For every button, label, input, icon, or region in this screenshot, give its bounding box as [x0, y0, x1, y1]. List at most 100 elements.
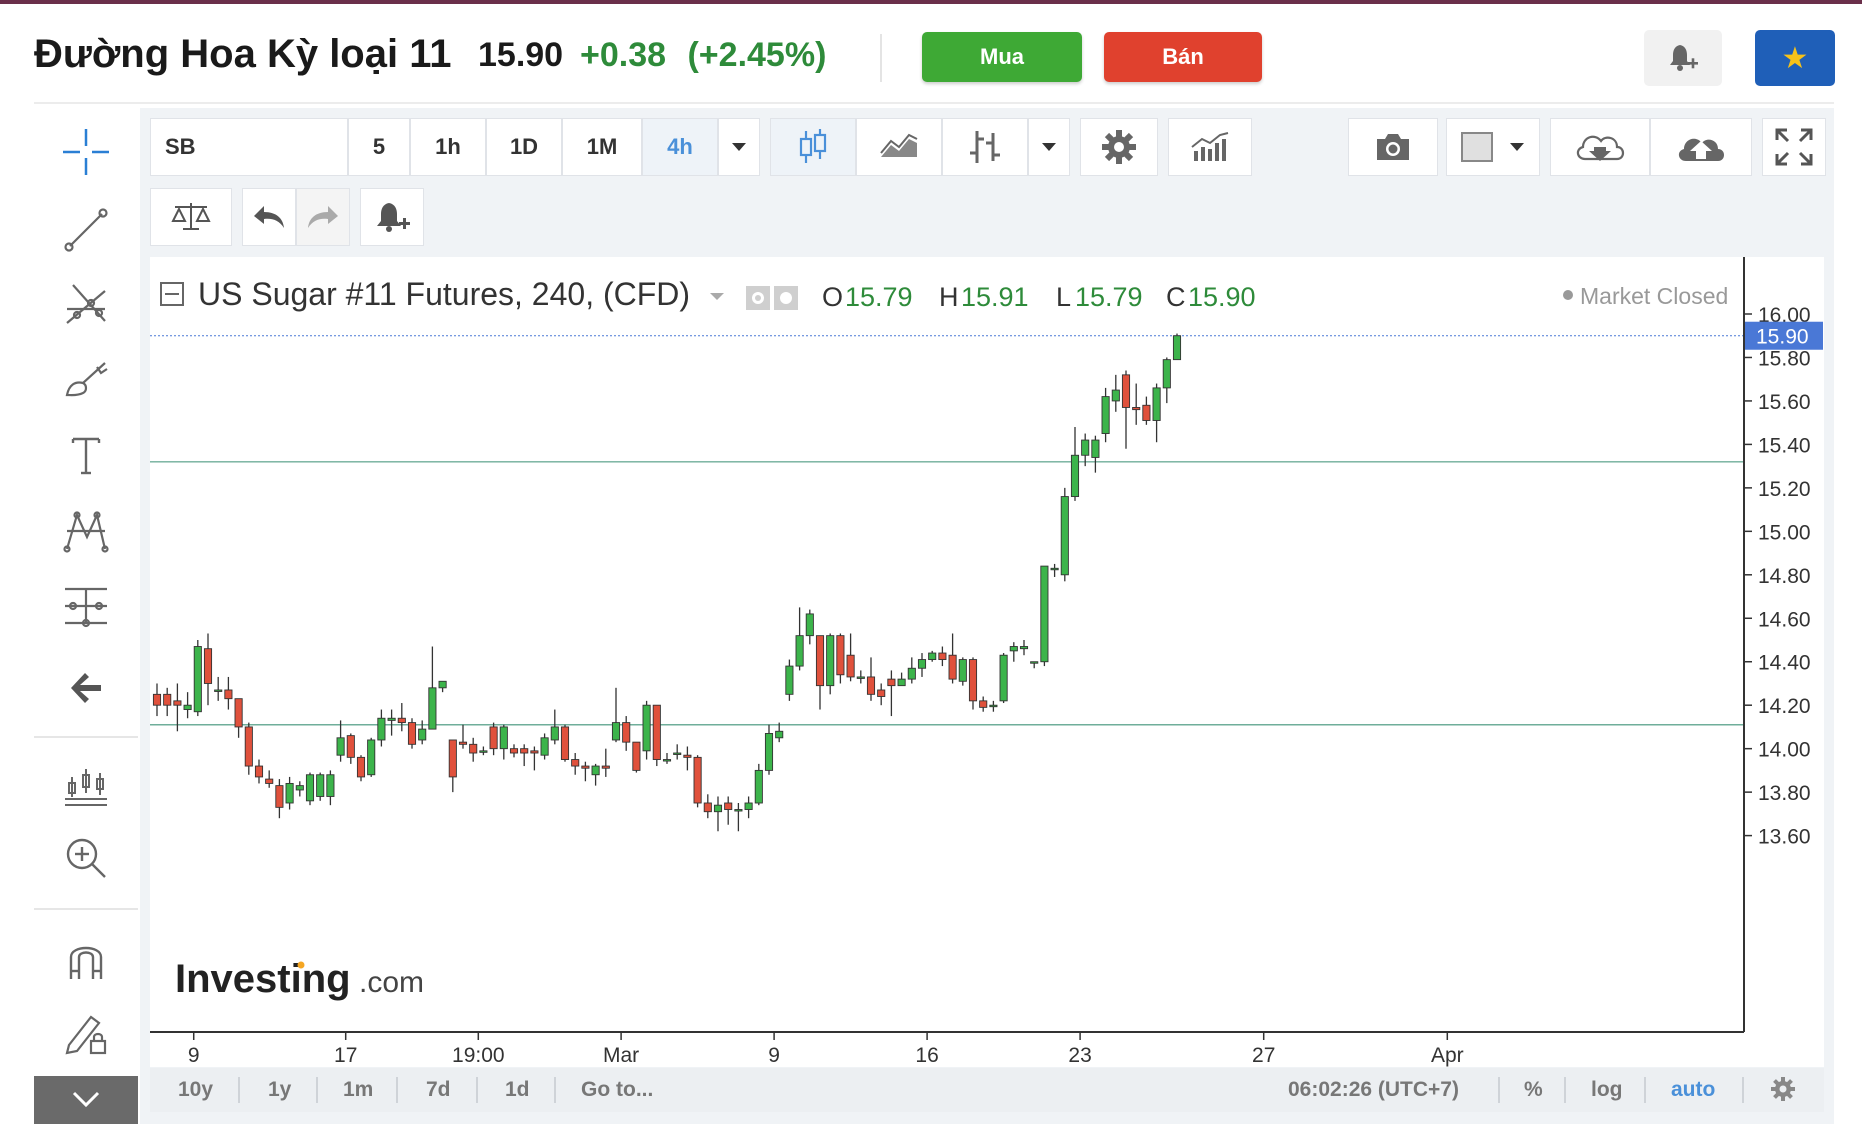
range-1d[interactable]: 1d	[505, 1078, 530, 1102]
candle[interactable]	[418, 720, 427, 745]
interval-5[interactable]: 5	[348, 118, 410, 176]
compare-button[interactable]	[150, 188, 232, 246]
candle[interactable]	[163, 687, 172, 717]
candle[interactable]	[509, 744, 519, 758]
candle[interactable]	[1070, 427, 1080, 501]
candle[interactable]	[622, 716, 631, 751]
range-1m[interactable]: 1m	[343, 1078, 373, 1102]
candle[interactable]	[1132, 383, 1141, 425]
range-1y[interactable]: 1y	[268, 1078, 291, 1102]
candle[interactable]	[438, 680, 447, 693]
candle[interactable]	[1172, 333, 1182, 361]
candle[interactable]	[479, 746, 488, 756]
screenshot-button[interactable]	[1348, 118, 1438, 176]
candle[interactable]	[1091, 435, 1100, 473]
candle[interactable]	[244, 722, 253, 775]
candle[interactable]	[1162, 357, 1171, 404]
candle[interactable]	[826, 633, 835, 695]
interval-1h[interactable]: 1h	[410, 118, 486, 176]
save-chart-button[interactable]	[1650, 118, 1752, 176]
candle[interactable]	[601, 748, 610, 777]
lock-drawing-icon[interactable]	[58, 1006, 114, 1062]
candle[interactable]	[305, 772, 315, 806]
candle[interactable]	[999, 653, 1008, 704]
candle[interactable]	[897, 672, 906, 687]
candle[interactable]	[744, 796, 753, 819]
goto-date-button[interactable]: Go to...	[581, 1078, 653, 1102]
candle[interactable]	[846, 633, 855, 682]
candle[interactable]	[581, 761, 590, 782]
brush-icon[interactable]	[58, 352, 114, 408]
candle[interactable]	[703, 794, 712, 819]
color-picker-button[interactable]	[1446, 118, 1540, 176]
candle[interactable]	[673, 744, 682, 760]
range-10y[interactable]: 10y	[178, 1078, 213, 1102]
candle[interactable]	[1152, 383, 1161, 443]
toolbar-collapse-button[interactable]	[34, 1076, 138, 1124]
candle[interactable]	[1121, 370, 1131, 449]
candle[interactable]	[560, 724, 570, 762]
candle[interactable]	[1019, 640, 1029, 656]
candle[interactable]	[652, 704, 661, 767]
candle[interactable]	[642, 700, 651, 760]
candle[interactable]	[724, 796, 733, 825]
candle[interactable]	[662, 753, 672, 764]
candle[interactable]	[632, 741, 641, 773]
candle[interactable]	[887, 670, 896, 717]
fibonacci-icon[interactable]	[58, 276, 114, 332]
candle[interactable]	[775, 722, 784, 743]
candle[interactable]	[979, 696, 988, 712]
text-tool-icon[interactable]	[58, 428, 114, 484]
candle[interactable]	[387, 709, 396, 736]
candle[interactable]	[356, 755, 366, 782]
candle[interactable]	[285, 776, 294, 810]
candle[interactable]	[938, 646, 947, 667]
candle[interactable]	[815, 635, 825, 710]
candle[interactable]	[275, 779, 284, 819]
candle[interactable]	[1111, 374, 1120, 412]
candlestick-chart[interactable]: US Sugar #11 Futures, 240, (CFD) O 15.79…	[150, 257, 1824, 1067]
candle[interactable]	[1030, 661, 1039, 669]
candle[interactable]	[520, 744, 529, 767]
zoom-in-icon[interactable]	[58, 830, 114, 886]
chart-type-dropdown[interactable]	[1028, 118, 1070, 176]
sell-button[interactable]: Bán	[1104, 32, 1262, 82]
favorite-button[interactable]: ★	[1755, 30, 1835, 86]
candle[interactable]	[224, 676, 233, 710]
candle[interactable]	[550, 709, 559, 745]
candle[interactable]	[234, 698, 243, 738]
candle[interactable]	[458, 724, 468, 749]
candle[interactable]	[1142, 396, 1151, 425]
candle[interactable]	[346, 733, 355, 764]
range-7d[interactable]: 7d	[426, 1078, 451, 1102]
candle[interactable]	[183, 692, 192, 719]
candle[interactable]	[958, 657, 967, 686]
load-chart-button[interactable]	[1550, 118, 1650, 176]
candle[interactable]	[795, 607, 804, 671]
interval-1d[interactable]: 1D	[486, 118, 562, 176]
candle[interactable]	[693, 755, 702, 808]
log-scale-toggle[interactable]: log	[1591, 1078, 1623, 1102]
arrow-left-icon[interactable]	[58, 660, 114, 716]
candle[interactable]	[448, 739, 457, 793]
candle[interactable]	[877, 683, 886, 706]
indicators-button[interactable]	[1168, 118, 1252, 176]
candle[interactable]	[489, 722, 498, 756]
symbol-search[interactable]: SB	[150, 118, 348, 176]
candle[interactable]	[948, 633, 957, 684]
trend-line-icon[interactable]	[58, 202, 114, 258]
chart-area[interactable]: US Sugar #11 Futures, 240, (CFD) O 15.79…	[150, 257, 1824, 1067]
candle[interactable]	[336, 720, 345, 762]
candle[interactable]	[1050, 563, 1059, 577]
candle[interactable]	[1040, 565, 1049, 667]
candle[interactable]	[316, 772, 325, 801]
line-chart-type-button[interactable]	[856, 118, 942, 176]
candle[interactable]	[928, 650, 937, 662]
candle[interactable]	[1060, 487, 1069, 582]
magnet-icon[interactable]	[58, 932, 114, 988]
fullscreen-button[interactable]	[1762, 118, 1826, 176]
candle[interactable]	[214, 676, 223, 701]
candle[interactable]	[469, 737, 478, 762]
candle[interactable]	[407, 718, 417, 749]
candle[interactable]	[1009, 642, 1018, 662]
